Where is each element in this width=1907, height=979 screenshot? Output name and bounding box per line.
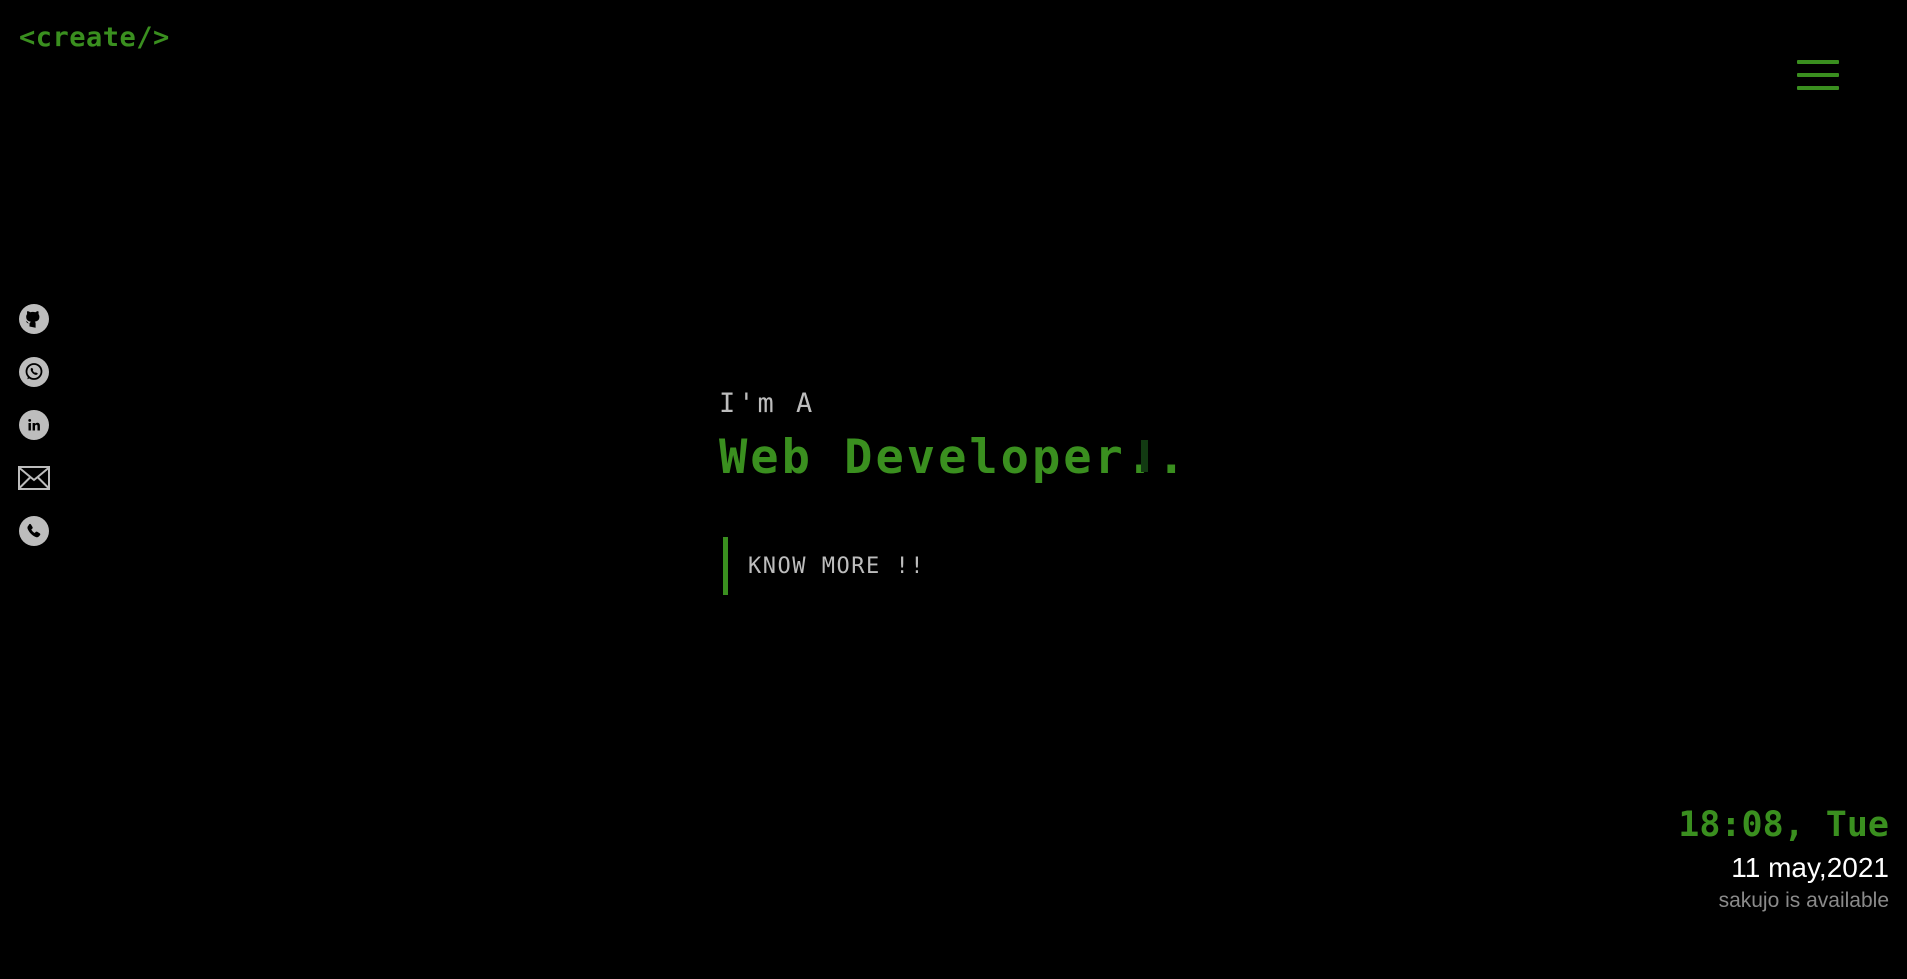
menu-bar-top — [1797, 60, 1839, 64]
typing-cursor — [1141, 440, 1148, 472]
phone-icon — [19, 516, 49, 546]
clock-time: 18:08, Tue — [1678, 805, 1889, 845]
hamburger-menu-icon[interactable] — [1797, 60, 1840, 92]
menu-bar-bottom — [1797, 86, 1839, 90]
linkedin-link[interactable] — [18, 409, 50, 441]
github-icon — [19, 304, 49, 334]
mail-icon — [18, 466, 50, 490]
hero-prefix: I'm A — [719, 388, 816, 419]
github-link[interactable] — [18, 303, 50, 335]
whatsapp-link[interactable] — [18, 356, 50, 388]
clock-widget: 18:08, Tue 11 may,2021 sakujo is availab… — [1678, 800, 1889, 916]
site-logo[interactable]: <create/> — [19, 22, 170, 53]
hero-section: I'm A Web Developer.. KNOW MORE !! — [719, 388, 1185, 595]
email-link[interactable] — [18, 462, 50, 494]
menu-bar-middle — [1797, 73, 1839, 77]
whatsapp-icon — [19, 357, 49, 387]
linkedin-icon — [19, 410, 49, 440]
hero-role-title: Web Developer.. — [719, 430, 1189, 485]
clock-date: 11 may,2021 — [1731, 852, 1889, 883]
phone-link[interactable] — [18, 515, 50, 547]
availability-status: sakujo is available — [1718, 889, 1889, 912]
know-more-button[interactable]: KNOW MORE !! — [723, 537, 925, 595]
